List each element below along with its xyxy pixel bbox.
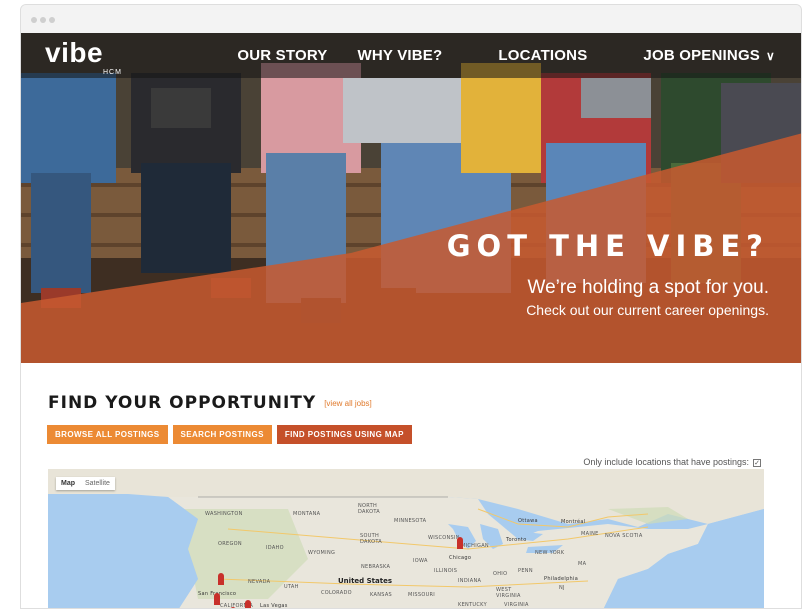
map-label: OHIO (493, 571, 508, 577)
map-label: UTAH (284, 584, 299, 590)
window-dot-icon (49, 17, 55, 23)
map-label: WEST VIRGINIA (496, 587, 521, 599)
map-label: MICHIGAN (461, 543, 489, 549)
window-dot-icon (31, 17, 37, 23)
map-label: NEBRASKA (361, 564, 391, 570)
map-label: MISSOURI (408, 592, 436, 598)
postings-map[interactable]: Map Satellite WASHINGTON MONTANA NORTH D… (48, 469, 764, 609)
view-all-jobs-link[interactable]: [view all jobs] (324, 399, 372, 408)
map-label: INDIANA (458, 578, 482, 584)
map-type-toggle: Map Satellite (56, 477, 115, 490)
filter-checkbox[interactable]: ✓ (753, 458, 761, 467)
map-label: MAINE (581, 531, 599, 537)
map-label: MA (578, 561, 587, 567)
map-label: Chicago (449, 555, 472, 561)
nav-job-openings-label: JOB OPENINGS (643, 47, 761, 64)
find-postings-map-button[interactable]: FIND POSTINGS USING MAP (276, 425, 412, 444)
map-tab-satellite[interactable]: Satellite (80, 477, 115, 490)
map-canvas (48, 469, 764, 608)
map-marker[interactable] (457, 537, 463, 549)
nav-our-story[interactable]: OUR STORY (237, 47, 327, 64)
map-label: NEW YORK (535, 550, 565, 556)
section-title: FIND YOUR OPPORTUNITY (48, 393, 317, 413)
map-label: MONTANA (293, 511, 321, 517)
page: vibe HCM OUR STORY WHY VIBE? LOCATIONS J… (21, 33, 801, 609)
map-label: NJ (559, 585, 565, 591)
locations-filter: Only include locations that have posting… (583, 457, 761, 467)
map-marker[interactable] (214, 593, 220, 605)
nav-job-openings[interactable]: JOB OPENINGS ∨ (643, 47, 775, 64)
posting-buttons: BROWSE ALL POSTINGS SEARCH POSTINGS FIND… (47, 425, 417, 444)
map-label: WYOMING (308, 550, 336, 556)
browser-chrome (21, 5, 801, 33)
map-label: WASHINGTON (205, 511, 243, 517)
hero-headline: GOT THE VIBE? (446, 229, 769, 263)
map-tab-map[interactable]: Map (56, 477, 80, 490)
map-label: NEVADA (248, 579, 271, 585)
map-label: MINNESOTA (394, 518, 427, 524)
map-label: VIRGINIA (504, 602, 529, 608)
logo-text: vibe (45, 37, 104, 68)
chevron-down-icon: ∨ (766, 49, 775, 63)
search-postings-button[interactable]: SEARCH POSTINGS (172, 425, 272, 444)
top-navigation: vibe HCM OUR STORY WHY VIBE? LOCATIONS J… (21, 33, 801, 78)
browser-window: vibe HCM OUR STORY WHY VIBE? LOCATIONS J… (20, 4, 802, 609)
map-label: Ottawa (518, 518, 538, 524)
map-marker[interactable] (245, 600, 251, 608)
vibe-logo[interactable]: vibe HCM (45, 37, 121, 77)
map-label: IOWA (413, 558, 428, 564)
map-label: OREGON (218, 541, 242, 547)
browse-all-postings-button[interactable]: BROWSE ALL POSTINGS (47, 425, 168, 444)
map-label: United States (338, 577, 392, 585)
nav-locations[interactable]: LOCATIONS (498, 47, 587, 64)
map-label: KANSAS (370, 592, 393, 598)
hero-subtext: Check out our current career openings. (526, 302, 769, 318)
map-label: ILLINOIS (434, 568, 458, 574)
logo-subtext: HCM (103, 69, 122, 76)
map-label: KENTUCKY (458, 602, 487, 608)
map-label: Philadelphia (544, 576, 579, 582)
find-opportunity-header: FIND YOUR OPPORTUNITY [view all jobs] (48, 393, 372, 413)
nav-menu: OUR STORY WHY VIBE? LOCATIONS JOB OPENIN… (207, 33, 775, 78)
hero-subhead: We’re holding a spot for you. (527, 277, 769, 298)
map-marker[interactable] (218, 573, 224, 585)
map-label: NOVA SCOTIA (605, 533, 643, 539)
map-label: Las Vegas (260, 603, 288, 609)
hero-tagline: GOT THE VIBE? We’re holding a spot for y… (447, 229, 769, 318)
map-label: NORTH DAKOTA (358, 503, 381, 515)
map-label: WISCONSIN (428, 535, 460, 541)
window-dot-icon (40, 17, 46, 23)
map-label: SOUTH DAKOTA (360, 533, 383, 545)
filter-label: Only include locations that have posting… (583, 457, 749, 467)
map-label: Montréal (561, 519, 586, 525)
map-label: COLORADO (321, 590, 352, 596)
map-label: PENN (518, 568, 533, 574)
map-label: IDAHO (266, 545, 284, 551)
nav-why-vibe[interactable]: WHY VIBE? (358, 47, 443, 64)
hero-banner: vibe HCM OUR STORY WHY VIBE? LOCATIONS J… (21, 33, 801, 363)
map-label: Toronto (506, 537, 527, 543)
